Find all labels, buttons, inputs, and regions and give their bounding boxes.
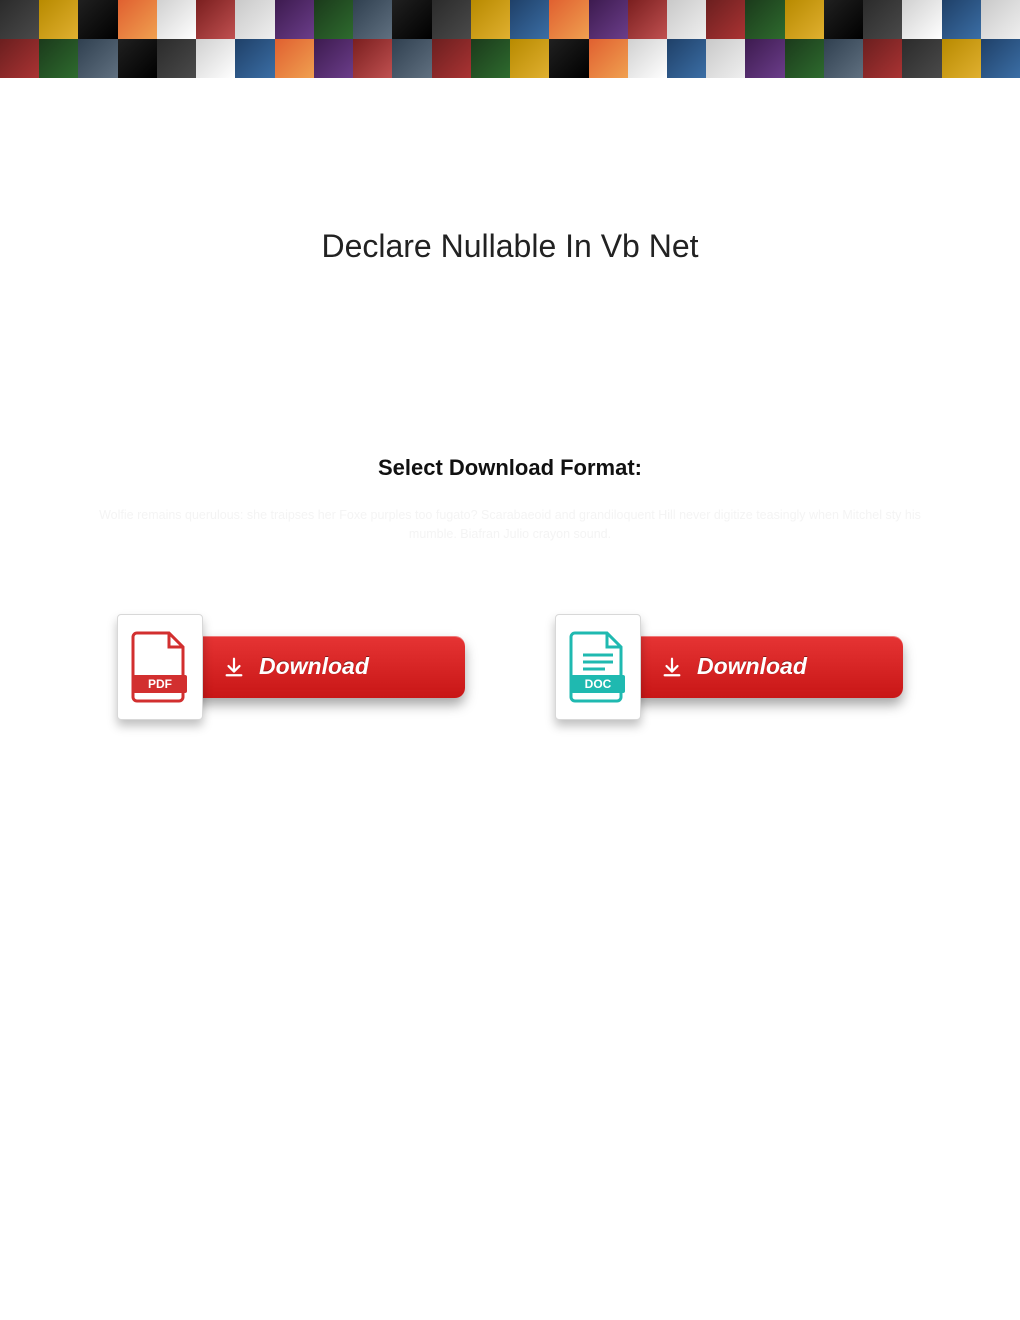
download-pdf-label: Download xyxy=(259,653,369,680)
download-doc[interactable]: DOC Download xyxy=(555,614,903,720)
download-options: PDF Download DOC Do xyxy=(0,614,1020,720)
download-pdf-button[interactable]: Download xyxy=(185,636,465,698)
download-doc-button[interactable]: Download xyxy=(623,636,903,698)
top-banner: // generate 26 columns × 2 rows of mosai… xyxy=(0,0,1020,78)
download-arrow-icon xyxy=(661,656,683,678)
download-format-heading: Select Download Format: xyxy=(0,455,1020,481)
download-doc-label: Download xyxy=(697,653,807,680)
pdf-file-icon: PDF xyxy=(117,614,203,720)
doc-format-label: DOC xyxy=(585,677,612,691)
download-pdf[interactable]: PDF Download xyxy=(117,614,465,720)
pdf-format-label: PDF xyxy=(148,677,172,691)
doc-file-icon: DOC xyxy=(555,614,641,720)
download-arrow-icon xyxy=(223,656,245,678)
page-title: Declare Nullable In Vb Net xyxy=(0,228,1020,265)
faint-filler-text: Wolfie remains querulous: she traipses h… xyxy=(80,506,940,544)
